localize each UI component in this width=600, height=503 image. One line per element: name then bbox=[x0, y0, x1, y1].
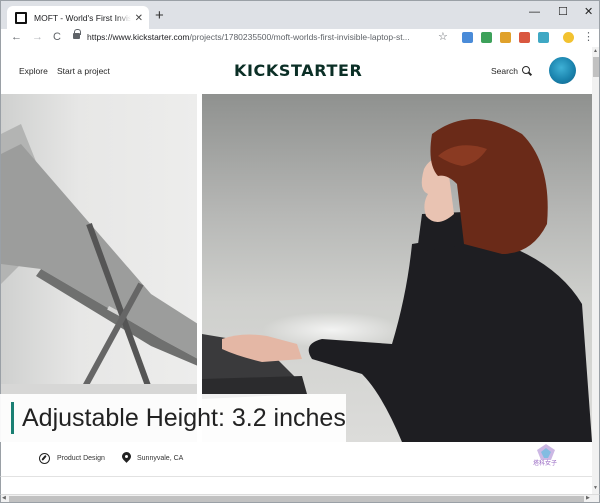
window-maximize-button[interactable]: ☐ bbox=[558, 5, 568, 19]
explore-link[interactable]: Explore bbox=[19, 66, 48, 76]
woman-using-laptop-photo bbox=[202, 94, 592, 442]
browser-tab-strip: MOFT - World's First Invisible Laptop St… bbox=[0, 0, 600, 30]
window-minimize-button[interactable]: — bbox=[529, 5, 540, 19]
content-bottom-area bbox=[0, 476, 592, 494]
watermark-text: 塔科女子 bbox=[533, 461, 558, 467]
laptop-stand-illustration bbox=[1, 124, 198, 442]
site-header: Explore Start a project KICKSTARTER Sear… bbox=[0, 47, 592, 94]
hero-caption-box: Adjustable Height: 3.2 inches bbox=[0, 394, 346, 442]
kickstarter-logo[interactable]: KICKSTARTER bbox=[234, 61, 362, 80]
extension-icon-4[interactable] bbox=[519, 32, 530, 43]
url-host: https://www.kickstarter.com bbox=[87, 32, 190, 42]
address-bar[interactable]: https://www.kickstarter.com/projects/178… bbox=[87, 32, 432, 42]
scroll-right-arrow-icon[interactable]: ▶ bbox=[586, 495, 590, 501]
extension-icon-2[interactable] bbox=[481, 32, 492, 43]
search-label: Search bbox=[491, 66, 518, 76]
scroll-up-arrow-icon[interactable]: ▲ bbox=[593, 48, 598, 54]
profile-icon[interactable] bbox=[563, 32, 574, 43]
location-link[interactable]: Sunnyvale, CA bbox=[137, 455, 183, 462]
new-tab-button[interactable]: + bbox=[155, 7, 164, 25]
browser-toolbar: ← → C https://www.kickstarter.com/projec… bbox=[0, 29, 600, 47]
scroll-down-arrow-icon[interactable]: ▼ bbox=[593, 485, 598, 491]
browser-tab-active[interactable]: MOFT - World's First Invisible Laptop St… bbox=[7, 6, 149, 30]
browser-menu-icon[interactable]: ⋮ bbox=[583, 30, 594, 44]
start-project-link[interactable]: Start a project bbox=[57, 66, 110, 76]
extension-icon-5[interactable] bbox=[538, 32, 549, 43]
caption-accent-bar bbox=[11, 402, 14, 434]
vertical-scroll-thumb[interactable] bbox=[593, 57, 599, 77]
forward-button[interactable]: → bbox=[32, 30, 43, 44]
woman-illustration bbox=[202, 119, 592, 442]
user-avatar[interactable] bbox=[549, 57, 576, 84]
vertical-scrollbar[interactable]: ▲ ▼ bbox=[592, 47, 600, 494]
tab-title: MOFT - World's First Invisible Laptop St… bbox=[34, 13, 131, 23]
extension-icon-3[interactable] bbox=[500, 32, 511, 43]
location-pin-icon bbox=[120, 450, 133, 465]
kickstarter-favicon-icon bbox=[15, 12, 27, 24]
hero-caption: Adjustable Height: 3.2 inches bbox=[22, 404, 346, 432]
project-meta-row: Product Design Sunnyvale, CA 塔科女子 bbox=[0, 442, 592, 476]
laptop-stand-photo bbox=[0, 94, 198, 442]
lock-icon[interactable] bbox=[73, 29, 81, 39]
back-button[interactable]: ← bbox=[11, 30, 22, 44]
scroll-left-arrow-icon[interactable]: ◀ bbox=[2, 495, 6, 501]
window-close-button[interactable]: ✕ bbox=[584, 5, 593, 19]
search-button[interactable]: Search bbox=[491, 66, 532, 76]
category-link[interactable]: Product Design bbox=[57, 455, 105, 462]
horizontal-scroll-thumb[interactable] bbox=[9, 496, 584, 502]
project-hero-media[interactable]: Adjustable Height: 3.2 inches bbox=[0, 94, 592, 442]
url-path: /projects/1780235500/moft-worlds-first-i… bbox=[189, 32, 410, 42]
extension-icon-1[interactable] bbox=[462, 32, 473, 43]
reload-button[interactable]: C bbox=[53, 30, 61, 44]
bookmark-star-icon[interactable]: ☆ bbox=[438, 30, 448, 43]
horizontal-scrollbar[interactable]: ◀ ▶ bbox=[0, 494, 600, 503]
pin-dot bbox=[125, 455, 128, 458]
search-icon bbox=[521, 66, 532, 76]
compass-icon bbox=[39, 453, 50, 464]
tab-close-icon[interactable]: ✕ bbox=[135, 13, 143, 24]
